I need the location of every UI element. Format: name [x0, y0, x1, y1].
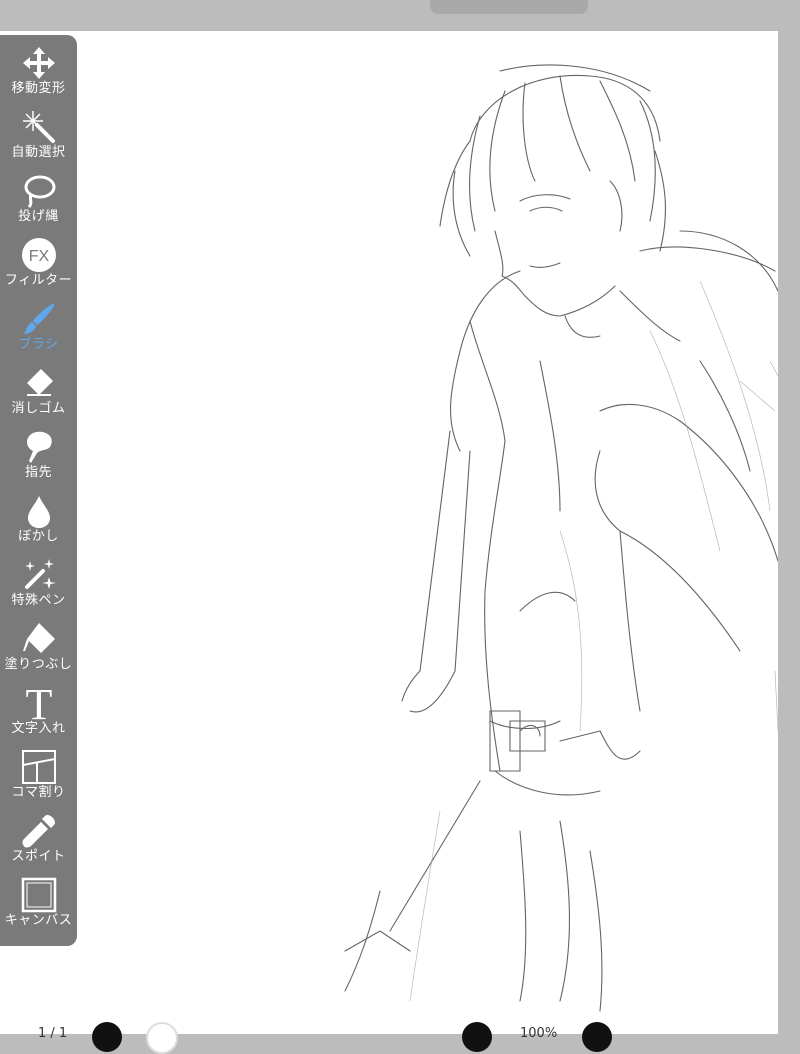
- tool-canvas[interactable]: キャンバス: [0, 875, 77, 939]
- tool-label: 投げ縄: [18, 209, 59, 224]
- drawing-canvas[interactable]: [0, 31, 778, 1034]
- tool-label: ブラシ: [18, 337, 59, 352]
- tool-filter[interactable]: FX フィルター: [0, 235, 77, 299]
- tool-label: 消しゴム: [11, 401, 66, 416]
- eraser-icon: [19, 363, 59, 403]
- tool-move[interactable]: 移動変形: [0, 43, 77, 107]
- fx-icon: FX: [19, 235, 59, 275]
- tool-label: 指先: [24, 465, 52, 480]
- tool-smudge[interactable]: 指先: [0, 427, 77, 491]
- tool-frame[interactable]: コマ割り: [0, 747, 77, 811]
- undo-button[interactable]: [462, 1022, 492, 1052]
- top-handle-tab[interactable]: [430, 0, 588, 14]
- brush-size-dot[interactable]: [92, 1022, 122, 1052]
- droplet-icon: [19, 491, 59, 531]
- sparkle-pen-icon: [19, 555, 59, 595]
- fill-bucket-icon: [19, 619, 59, 659]
- sketch-drawing: [344, 64, 778, 1012]
- canvas-square-icon: [19, 875, 59, 915]
- tool-label: 塗りつぶし: [4, 657, 73, 672]
- magic-wand-icon: [19, 107, 59, 147]
- tool-label: フィルター: [4, 273, 73, 288]
- color-swatch-white[interactable]: [146, 1022, 178, 1054]
- tool-label: キャンバス: [4, 913, 73, 928]
- tool-auto-select[interactable]: 自動選択: [0, 107, 77, 171]
- tool-label: 自動選択: [11, 145, 66, 160]
- eyedropper-icon: [19, 811, 59, 851]
- redo-button[interactable]: [582, 1022, 612, 1052]
- tool-label: ぼかし: [18, 529, 59, 544]
- tool-label: コマ割り: [11, 785, 66, 800]
- smudge-finger-icon: [19, 427, 59, 467]
- tool-lasso[interactable]: 投げ縄: [0, 171, 77, 235]
- text-t-glyph: T: [25, 683, 52, 723]
- panel-frame-icon: [19, 747, 59, 787]
- text-t-icon: T: [19, 683, 59, 723]
- tool-label: スポイト: [11, 849, 66, 864]
- tool-fill[interactable]: 塗りつぶし: [0, 619, 77, 683]
- tool-blur[interactable]: ぼかし: [0, 491, 77, 555]
- tool-brush[interactable]: ブラシ: [0, 299, 77, 363]
- tool-label: 移動変形: [11, 81, 66, 96]
- fx-icon-text: FX: [28, 248, 49, 265]
- tool-palette: 移動変形自動選択投げ縄 FX フィルターブラシ消しゴム指先ぼかし特殊ペン塗りつぶし T…: [0, 35, 77, 946]
- tool-eraser[interactable]: 消しゴム: [0, 363, 77, 427]
- lasso-icon: [19, 171, 59, 211]
- tool-eyedropper[interactable]: スポイト: [0, 811, 77, 875]
- tool-label: 文字入れ: [11, 721, 66, 736]
- brush-icon: [19, 299, 59, 339]
- tool-label: 特殊ペン: [11, 593, 66, 608]
- move-arrows-icon: [19, 43, 59, 83]
- tool-special-pen[interactable]: 特殊ペン: [0, 555, 77, 619]
- tool-text[interactable]: T 文字入れ: [0, 683, 77, 747]
